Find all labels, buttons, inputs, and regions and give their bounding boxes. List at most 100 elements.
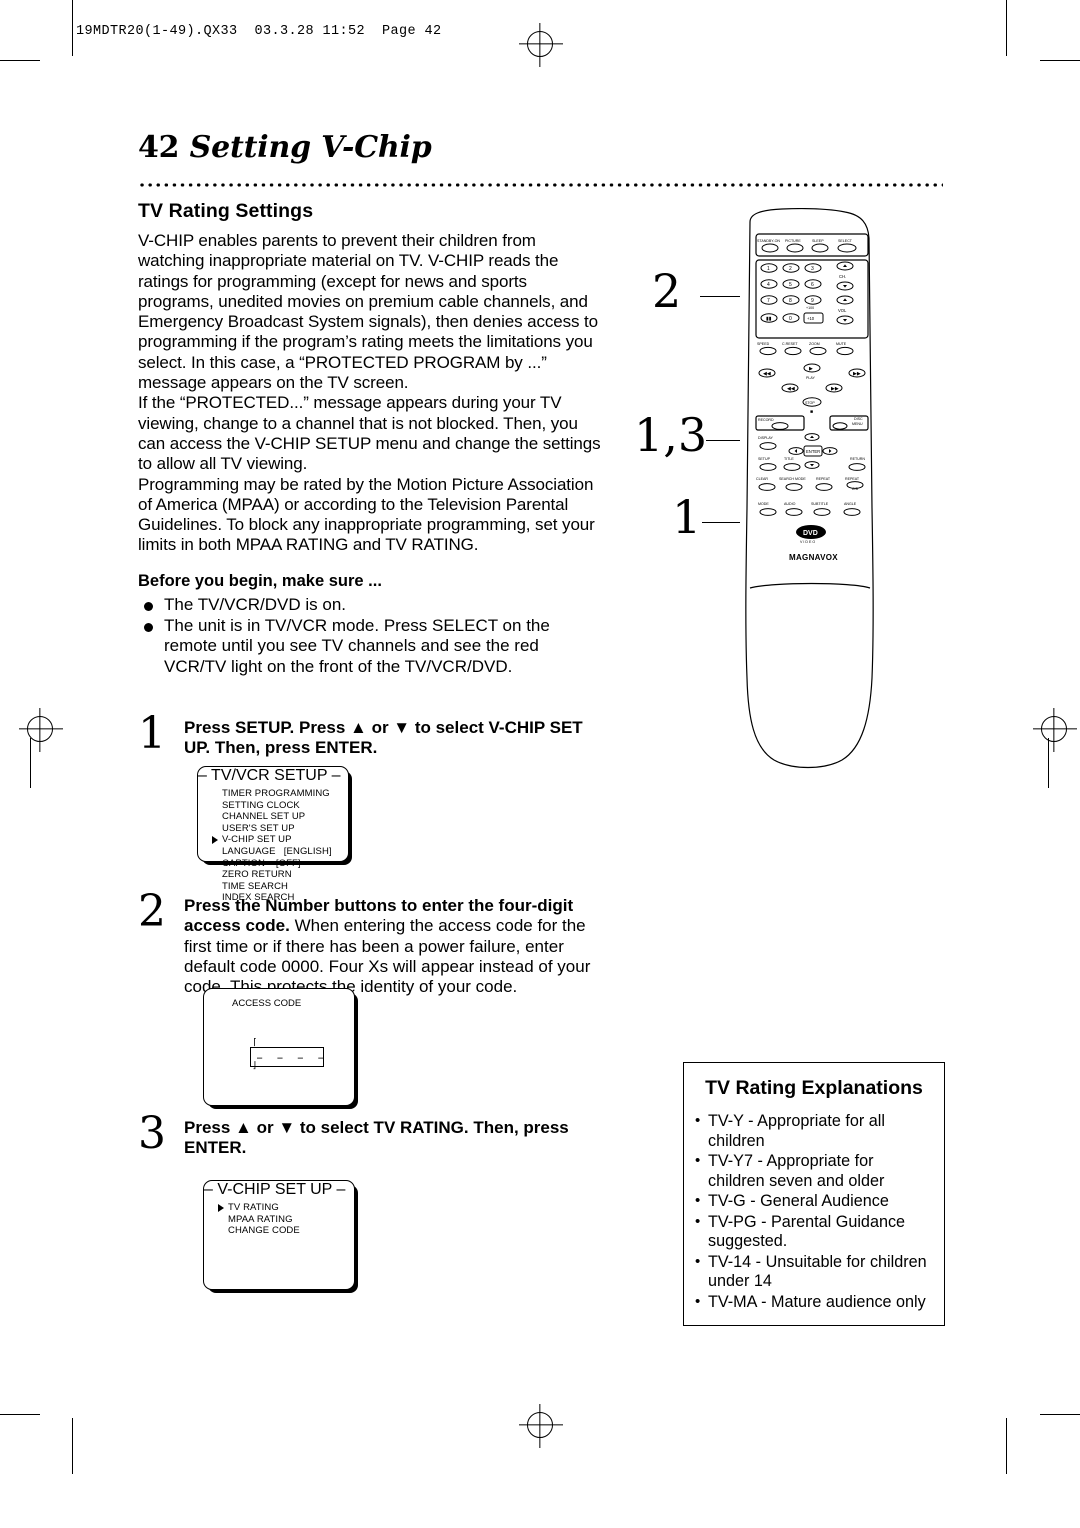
svg-text:9: 9	[811, 298, 814, 304]
step-3-bold: Press ▲ or ▼ to select TV RATING. Then, …	[184, 1118, 569, 1158]
paragraph-2: If the “PROTECTED...” message appears du…	[138, 393, 601, 474]
selection-caret-icon	[218, 1203, 224, 1212]
section-heading: TV Rating Settings	[138, 200, 314, 222]
svg-text:SLEEP: SLEEP	[812, 239, 824, 243]
svg-text:+100: +100	[806, 306, 814, 310]
svg-text:RETURN: RETURN	[850, 457, 865, 461]
menu-row-label: TV RATING	[228, 1202, 279, 1213]
svg-text:A-B: A-B	[852, 487, 859, 491]
explanation-item: TV-Y - Appropriate for all children	[694, 1111, 934, 1151]
list-item: The unit is in TV/VCR mode. Press SELECT…	[138, 616, 603, 677]
svg-text:▮▮: ▮▮	[766, 316, 772, 322]
crop-mark-top-right-v	[1006, 0, 1008, 56]
menu-row: CHANGE CODE	[228, 1225, 300, 1237]
access-code-dashes: – – – –	[256, 1051, 328, 1065]
crop-mark-left-h-top	[0, 60, 40, 62]
svg-text:CH.: CH.	[839, 274, 846, 279]
explanation-item: TV-Y7 - Appropriate for children seven a…	[694, 1151, 934, 1191]
svg-text:▶▶: ▶▶	[853, 371, 861, 377]
svg-text:▶▶: ▶▶	[831, 386, 839, 392]
main-text-column: TV Rating Settings V-CHIP enables parent…	[138, 200, 603, 678]
step-2-text: Press the Number buttons to enter the fo…	[184, 896, 603, 997]
list-item: The TV/VCR/DVD is on.	[138, 595, 603, 615]
crop-mark-bottom-left-v	[72, 1418, 74, 1474]
svg-text:3: 3	[811, 266, 814, 272]
step-2-number: 2	[138, 886, 166, 937]
svg-text:2: 2	[789, 266, 792, 272]
svg-text:TITLE: TITLE	[784, 457, 794, 461]
svg-text:1: 1	[767, 266, 770, 272]
step-1: 1 Press SETUP. Press ▲ or ▼ to select V-…	[138, 712, 603, 759]
menu-row-label: V-CHIP SET UP	[222, 834, 292, 846]
svg-text:0: 0	[789, 316, 792, 322]
access-code-bracket-top: ⌈	[252, 1038, 258, 1048]
svg-text:AUDIO: AUDIO	[784, 502, 796, 506]
registration-mark-right	[1041, 716, 1067, 742]
svg-text:4: 4	[767, 282, 770, 288]
crop-mark-right-h-top	[1040, 60, 1080, 62]
callout-2: 2	[652, 264, 682, 318]
menu-row: CHANNEL SET UP	[222, 811, 306, 823]
explanation-item: TV-14 - Unsuitable for children under 14	[694, 1252, 934, 1292]
menu-row: SETTING CLOCK	[222, 799, 300, 811]
paragraph-1: V-CHIP enables parents to prevent their …	[138, 231, 599, 393]
page-title: 42 Setting V-Chip	[138, 130, 432, 165]
step-3: 3 Press ▲ or ▼ to select TV RATING. Then…	[138, 1112, 603, 1159]
callout-1-3: 1,3	[634, 408, 708, 462]
crop-mark-bottom-right-v	[1006, 1418, 1008, 1474]
tv-rating-explanations-box: TV Rating Explanations TV-Y - Appropriat…	[683, 1062, 945, 1326]
svg-text:SELECT: SELECT	[838, 239, 853, 243]
svg-text:SPEED: SPEED	[757, 342, 770, 346]
step-2: 2 Press the Number buttons to enter the …	[138, 890, 603, 997]
explanations-list: TV-Y - Appropriate for all children TV-Y…	[694, 1111, 934, 1312]
svg-text:ANGLE: ANGLE	[844, 502, 857, 506]
print-slug: 19MDTR20(1-49).QX33 03.3.28 11:52 Page 4…	[76, 24, 442, 39]
svg-text:▶: ▶	[809, 366, 813, 372]
screen-tv-vcr-setup: – TV/VCR SETUP – TIMER PROGRAMMING SETTI…	[197, 766, 349, 903]
menu-row: TIME SEARCH	[222, 880, 289, 892]
svg-text:MAGNAVOX: MAGNAVOX	[789, 553, 838, 562]
svg-text:◀◀: ◀◀	[787, 386, 795, 392]
svg-text:SETUP: SETUP	[758, 457, 771, 461]
registration-mark-bottom	[527, 1412, 553, 1438]
explanation-item: TV-G - General Audience	[694, 1191, 934, 1212]
svg-text:ZOOM: ZOOM	[809, 342, 820, 346]
svg-text:7: 7	[767, 298, 770, 304]
svg-text:PICTURE: PICTURE	[785, 239, 801, 243]
menu-row: ZERO RETURN	[222, 869, 292, 881]
selection-caret-icon	[212, 835, 218, 844]
before-you-begin-list: The TV/VCR/DVD is on. The unit is in TV/…	[138, 595, 603, 677]
svg-text:■: ■	[810, 409, 813, 415]
screen-setup-menu: TIMER PROGRAMMING SETTING CLOCK CHANNEL …	[212, 788, 348, 904]
svg-text:RECORD: RECORD	[758, 418, 774, 422]
svg-text:STOP: STOP	[805, 401, 815, 405]
crop-mark-right-h-bottom	[1040, 1414, 1080, 1416]
svg-text:SEARCH MODE: SEARCH MODE	[779, 477, 806, 481]
svg-text:SUBTITLE: SUBTITLE	[811, 502, 829, 506]
svg-text:V I D E O: V I D E O	[800, 540, 815, 544]
step-3-text: Press ▲ or ▼ to select TV RATING. Then, …	[184, 1118, 603, 1159]
svg-text:6: 6	[811, 282, 814, 288]
paragraph-3: Programming may be rated by the Motion P…	[138, 474, 595, 555]
svg-text:+10: +10	[807, 316, 815, 321]
screen-access-code: ACCESS CODE ⌈ ⌋ – – – –	[203, 988, 355, 1106]
svg-text:8: 8	[789, 298, 792, 304]
step-3-number: 3	[138, 1108, 166, 1159]
svg-text:5: 5	[789, 282, 792, 288]
svg-text:STANDBY-ON: STANDBY-ON	[757, 239, 780, 243]
menu-row: LANGUAGE [ENGLISH]	[222, 845, 332, 857]
screen-vchip-header: – V-CHIP SET UP –	[204, 1181, 346, 1198]
svg-text:REPEAT: REPEAT	[845, 477, 860, 481]
svg-text:VOL: VOL	[838, 308, 847, 313]
svg-text:MENU: MENU	[852, 422, 863, 426]
svg-text:PLAY: PLAY	[806, 376, 816, 380]
svg-text:◀◀: ◀◀	[763, 371, 771, 377]
page-title-text: Setting V-Chip	[189, 130, 432, 165]
crop-mark-left-h-bottom	[0, 1414, 40, 1416]
screen-setup-header: – TV/VCR SETUP –	[198, 767, 341, 784]
svg-text:DISPLAY: DISPLAY	[758, 436, 774, 440]
svg-text:ENTER: ENTER	[806, 449, 820, 454]
explanations-heading: TV Rating Explanations	[705, 1077, 923, 1099]
crop-mark-top-left-v	[72, 0, 74, 56]
menu-row-selected: V-CHIP SET UP	[212, 834, 348, 846]
